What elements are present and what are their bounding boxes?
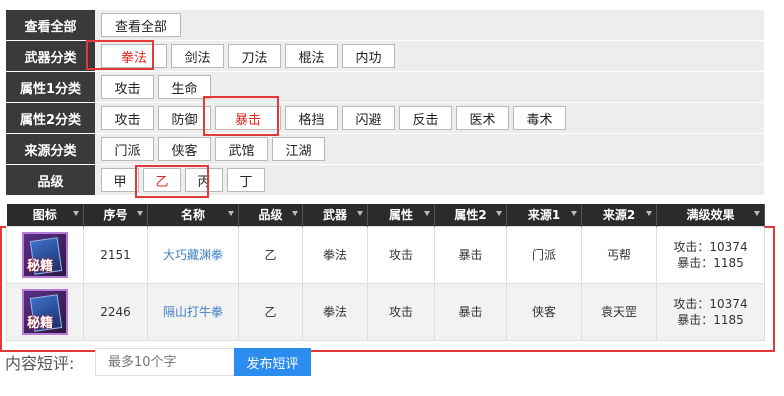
filter-options: 甲 乙 丙 丁 — [95, 165, 764, 195]
cell-weapon: 拳法 — [302, 225, 368, 284]
sort-icon — [646, 211, 652, 216]
cell-effect: 攻击：10374 暴击：1185 — [656, 225, 765, 284]
sort-icon — [228, 211, 234, 216]
filter-options: 攻击 生命 — [95, 72, 764, 102]
cell-attr2: 暴击 — [434, 282, 507, 341]
filter-option-inner[interactable]: 内功 — [342, 44, 395, 68]
filter-options: 攻击 防御 暴击 格挡 闪避 反击 医术 毒术 — [95, 103, 764, 133]
cell-effect: 攻击：10374 暴击：1185 — [656, 282, 765, 341]
table-row: 秘籍 2246 隔山打牛拳 乙 拳法 攻击 暴击 侠客 袁天罡 攻击：10374… — [6, 282, 765, 341]
manual-book-icon[interactable]: 秘籍 — [22, 231, 68, 278]
table-row: 秘籍 2151 大巧藏渊拳 乙 拳法 攻击 暴击 门派 丐帮 攻击：10374 … — [6, 225, 765, 284]
filter-option-grade-c[interactable]: 丙 — [185, 168, 223, 192]
filter-label: 属性2分类 — [6, 103, 95, 133]
cell-attr1: 攻击 — [367, 282, 435, 341]
sort-icon — [292, 211, 298, 216]
cell-icon: 秘籍 — [6, 282, 84, 341]
filter-panel: 查看全部 查看全部 武器分类 拳法 剑法 刀法 棍法 内功 属性1分类 攻击 生… — [6, 10, 764, 196]
cell-name: 隔山打牛拳 — [147, 282, 239, 341]
publish-review-button[interactable]: 发布短评 — [234, 348, 311, 376]
filter-label: 属性1分类 — [6, 72, 95, 102]
filter-option-jianghu[interactable]: 江湖 — [272, 137, 325, 161]
filter-option-attack[interactable]: 攻击 — [101, 75, 154, 99]
col-header-name[interactable]: 名称 — [147, 204, 239, 226]
sort-icon — [137, 211, 143, 216]
filter-row-attr1: 属性1分类 攻击 生命 — [6, 72, 764, 103]
cell-attr2: 暴击 — [434, 225, 507, 284]
filter-row-all: 查看全部 查看全部 — [6, 10, 764, 41]
filter-option-defense[interactable]: 防御 — [158, 106, 211, 130]
filter-options: 门派 侠客 武馆 江湖 — [95, 134, 764, 164]
cell-id: 2246 — [83, 282, 148, 341]
sort-icon — [73, 211, 79, 216]
filter-options: 查看全部 — [95, 10, 764, 40]
filter-option-poison[interactable]: 毒术 — [513, 106, 566, 130]
cell-name: 大巧藏渊拳 — [147, 225, 239, 284]
cell-icon: 秘籍 — [6, 225, 84, 284]
filter-row-weapon: 武器分类 拳法 剑法 刀法 棍法 内功 — [6, 41, 764, 72]
results-table: 图标 序号 名称 品级 武器 属性 属性2 来源1 来源2 满级效果 秘籍 21… — [6, 204, 765, 341]
table-header-row: 图标 序号 名称 品级 武器 属性 属性2 来源1 来源2 满级效果 — [6, 204, 765, 226]
cell-source1: 门派 — [506, 225, 582, 284]
effect-line: 暴击：1185 — [677, 312, 744, 327]
filter-option-crit[interactable]: 暴击 — [215, 106, 281, 130]
review-input[interactable] — [95, 348, 235, 376]
cell-id: 2151 — [83, 225, 148, 284]
cell-source2: 袁天罡 — [581, 282, 657, 341]
cell-weapon: 拳法 — [302, 282, 368, 341]
filter-option-grade-b[interactable]: 乙 — [143, 168, 181, 192]
col-header-id[interactable]: 序号 — [83, 204, 148, 226]
cell-source2: 丐帮 — [581, 225, 657, 284]
filter-row-attr2: 属性2分类 攻击 防御 暴击 格挡 闪避 反击 医术 毒术 — [6, 103, 764, 134]
filter-option-sword[interactable]: 剑法 — [171, 44, 224, 68]
col-header-source1[interactable]: 来源1 — [506, 204, 582, 226]
col-header-icon[interactable]: 图标 — [6, 204, 84, 226]
filter-option-block[interactable]: 格挡 — [285, 106, 338, 130]
filter-option-dojo[interactable]: 武馆 — [215, 137, 268, 161]
cell-grade: 乙 — [238, 282, 303, 341]
effect-line: 攻击：10374 — [673, 296, 748, 311]
cell-source1: 侠客 — [506, 282, 582, 341]
filter-option-life[interactable]: 生命 — [158, 75, 211, 99]
filter-option-blade[interactable]: 刀法 — [228, 44, 281, 68]
manual-book-icon[interactable]: 秘籍 — [22, 288, 68, 335]
effect-line: 暴击：1185 — [677, 255, 744, 270]
filter-option-fist[interactable]: 拳法 — [101, 44, 167, 68]
col-header-grade[interactable]: 品级 — [238, 204, 303, 226]
review-label: 内容短评: — [5, 354, 75, 373]
sort-icon — [357, 211, 363, 216]
filter-label: 品级 — [6, 165, 95, 195]
filter-option-medicine[interactable]: 医术 — [456, 106, 509, 130]
filter-row-source: 来源分类 门派 侠客 武馆 江湖 — [6, 134, 764, 165]
filter-option-counter[interactable]: 反击 — [399, 106, 452, 130]
filter-option-hero[interactable]: 侠客 — [158, 137, 211, 161]
sort-icon — [496, 211, 502, 216]
col-header-attr2[interactable]: 属性2 — [434, 204, 507, 226]
sort-icon — [424, 211, 430, 216]
filter-options: 拳法 剑法 刀法 棍法 内功 — [95, 41, 764, 71]
filter-option-view-all[interactable]: 查看全部 — [101, 13, 181, 37]
effect-line: 攻击：10374 — [673, 239, 748, 254]
item-name-link[interactable]: 大巧藏渊拳 — [163, 248, 223, 262]
filter-option-grade-d[interactable]: 丁 — [227, 168, 265, 192]
sort-icon — [754, 211, 760, 216]
col-header-source2[interactable]: 来源2 — [581, 204, 657, 226]
sort-icon — [571, 211, 577, 216]
filter-row-grade: 品级 甲 乙 丙 丁 — [6, 165, 764, 196]
cell-grade: 乙 — [238, 225, 303, 284]
filter-option-sect[interactable]: 门派 — [101, 137, 154, 161]
filter-label: 查看全部 — [6, 10, 95, 40]
filter-option-dodge[interactable]: 闪避 — [342, 106, 395, 130]
col-header-attr1[interactable]: 属性 — [367, 204, 435, 226]
filter-option-grade-a[interactable]: 甲 — [101, 168, 139, 192]
filter-option-attack[interactable]: 攻击 — [101, 106, 154, 130]
cell-attr1: 攻击 — [367, 225, 435, 284]
filter-label: 武器分类 — [6, 41, 95, 71]
filter-label: 来源分类 — [6, 134, 95, 164]
col-header-effect[interactable]: 满级效果 — [656, 204, 765, 226]
col-header-weapon[interactable]: 武器 — [302, 204, 368, 226]
filter-option-staff[interactable]: 棍法 — [285, 44, 338, 68]
item-name-link[interactable]: 隔山打牛拳 — [163, 305, 223, 319]
